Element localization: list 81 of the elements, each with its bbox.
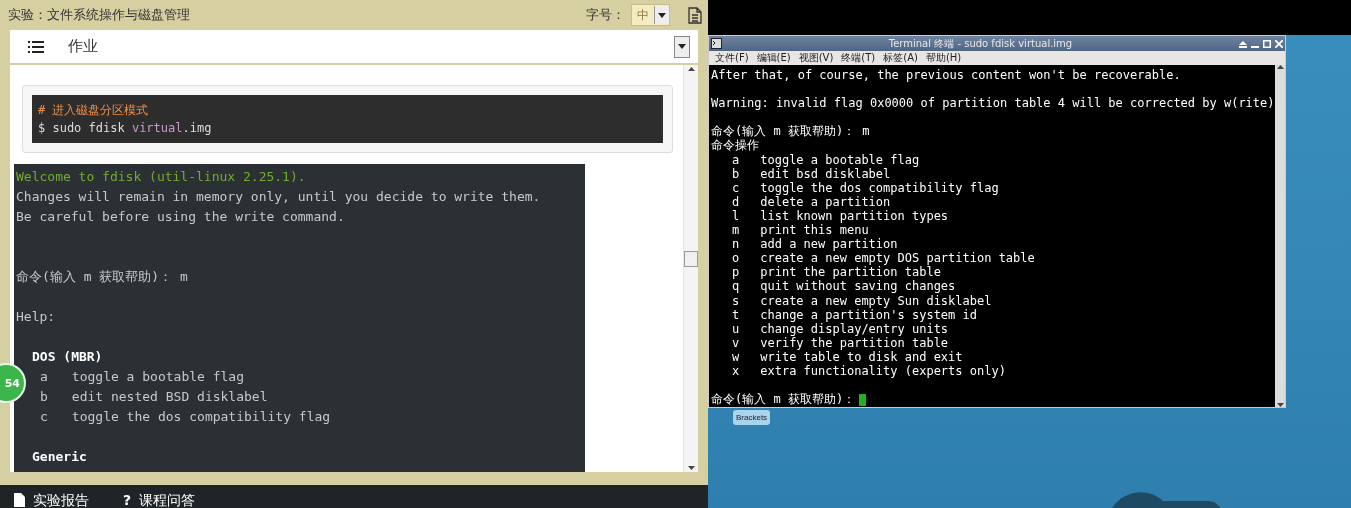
document-icon bbox=[14, 493, 25, 507]
homework-tab[interactable]: 作业 bbox=[68, 37, 674, 56]
option-key: o bbox=[732, 251, 740, 266]
option-key: d bbox=[732, 194, 740, 209]
menu-item[interactable]: 终端(T) bbox=[841, 52, 876, 64]
bottom-tab[interactable]: 课程问答 bbox=[139, 493, 196, 507]
option-key: a bbox=[732, 152, 740, 167]
maximize-icon[interactable] bbox=[1263, 39, 1271, 48]
terminal-icon bbox=[711, 38, 722, 49]
caret-icon[interactable] bbox=[678, 44, 686, 49]
option-description: create a new empty DOS partition table bbox=[760, 251, 1035, 266]
option-key: a bbox=[40, 367, 48, 387]
option-key: c bbox=[40, 407, 48, 427]
font-size-select[interactable]: 中 bbox=[631, 4, 670, 26]
output-line: 命令(输入 m 获取帮助)： m bbox=[16, 268, 189, 286]
output-heading: Generic bbox=[31, 448, 88, 466]
shade-icon[interactable] bbox=[1239, 39, 1247, 48]
output-line: Warning: invalid flag 0x0000 of partition table 4 will be corrected by w(rite) bbox=[711, 96, 1275, 111]
output-heading: DOS (MBR) bbox=[31, 348, 104, 366]
option-key: b bbox=[40, 387, 48, 407]
dropdown-button[interactable] bbox=[674, 35, 690, 58]
help-icon: ? bbox=[123, 493, 132, 507]
option-description: create a new empty Sun disklabel bbox=[760, 293, 992, 308]
option-description: write table to disk and exit bbox=[760, 349, 963, 364]
command-prompt: 命令(输入 m 获取帮助)： bbox=[711, 392, 856, 407]
option-key: w bbox=[732, 349, 740, 364]
output-line: Help: bbox=[16, 308, 57, 326]
bottom-tab[interactable]: 实验报告 bbox=[33, 493, 89, 507]
option-key: l bbox=[732, 208, 740, 224]
option-key: v bbox=[732, 335, 740, 350]
option-description: print this menu bbox=[760, 223, 869, 238]
output-line: Changes will remain in memory only, until you decide to write them. bbox=[16, 188, 542, 206]
option-description: delete a partition bbox=[760, 194, 891, 209]
option-description: change a partition's system id bbox=[760, 307, 977, 322]
window-title: Terminal 终端 - sudo fdisk virtual.img bbox=[887, 37, 1074, 50]
option-description: verify the partition table bbox=[760, 335, 949, 350]
option-description: extra functionality (experts only) bbox=[760, 363, 1006, 379]
option-key: b bbox=[732, 166, 740, 181]
option-description: edit nested BSD disklabel bbox=[71, 388, 268, 406]
option-description: list known partition types bbox=[760, 208, 949, 224]
menu-item[interactable]: 标签(A) bbox=[883, 52, 918, 64]
option-description: toggle the dos compatibility flag bbox=[760, 180, 999, 195]
scroll-thumb[interactable] bbox=[684, 251, 698, 267]
menu-item[interactable]: 视图(V) bbox=[798, 52, 834, 64]
option-description: toggle a bootable flag bbox=[760, 152, 920, 167]
code-block: # 进入磁盘分区模式 $ sudo fdisk virtual.img bbox=[32, 95, 663, 143]
option-key: m bbox=[732, 223, 740, 238]
option-description: add a new partition bbox=[760, 237, 898, 252]
output-line: Be careful before using the write command. bbox=[16, 208, 346, 226]
menu-item[interactable]: 文件(F) bbox=[715, 52, 749, 64]
scroll-down-icon[interactable] bbox=[1276, 403, 1284, 407]
lesson-title: 实验：文件系统操作与磁盘管理 bbox=[8, 6, 191, 24]
option-key: c bbox=[732, 180, 740, 195]
option-key: q bbox=[732, 279, 740, 294]
option-key: t bbox=[732, 307, 740, 322]
option-description: toggle the dos compatibility flag bbox=[71, 408, 331, 426]
option-description: toggle a bootable flag bbox=[71, 368, 244, 386]
output-line: Welcome to fdisk (util-linux 2.25.1). bbox=[16, 168, 307, 186]
option-key: p bbox=[732, 265, 740, 280]
output-line: After that, of course, the previous content won't be recoverable. bbox=[711, 68, 1182, 83]
option-key: x bbox=[732, 363, 740, 379]
caret-icon[interactable] bbox=[658, 12, 666, 18]
option-description: edit bsd disklabel bbox=[760, 166, 891, 181]
option-description: quit without saving changes bbox=[760, 279, 956, 294]
option-key: n bbox=[732, 237, 740, 252]
output-line: 命令(输入 m 获取帮助)： m bbox=[711, 124, 871, 139]
option-key: s bbox=[732, 293, 740, 308]
option-key: u bbox=[732, 321, 740, 336]
menu-icon[interactable] bbox=[28, 40, 44, 53]
scroll-up-icon[interactable] bbox=[687, 67, 695, 71]
menu-item[interactable]: 编辑(E) bbox=[756, 52, 791, 64]
scroll-down-icon[interactable] bbox=[687, 466, 695, 470]
text-cursor bbox=[859, 393, 867, 406]
output-line: 命令操作 bbox=[711, 138, 760, 153]
option-description: print the partition table bbox=[760, 265, 941, 280]
menu-item[interactable]: 帮助(H) bbox=[925, 52, 962, 64]
app-label[interactable]: Brackets bbox=[733, 410, 771, 425]
option-description: change display/entry units bbox=[760, 321, 949, 336]
close-icon[interactable] bbox=[1275, 39, 1283, 48]
document-icon[interactable] bbox=[688, 6, 702, 24]
font-size-label: 字号： bbox=[586, 6, 625, 24]
